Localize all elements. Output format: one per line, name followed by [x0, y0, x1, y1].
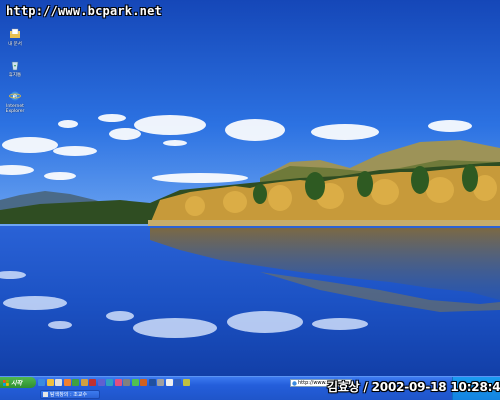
app-quicklaunch-icon[interactable] [174, 379, 181, 386]
app-quicklaunch-icon[interactable] [123, 379, 130, 386]
task-button-label: 탐색창의 : 조교수 [50, 392, 88, 398]
desktop-icon-label: Internet Explorer [5, 104, 25, 114]
author-date-signature: 김효상 / 2002-09-18 10:28:41 [327, 380, 500, 394]
desktop-wallpaper [0, 0, 500, 376]
app-quicklaunch-icon[interactable] [157, 379, 164, 386]
messenger-quicklaunch-icon[interactable] [72, 379, 79, 386]
app-quicklaunch-icon[interactable] [165, 379, 173, 386]
media-quicklaunch-icon[interactable] [63, 379, 71, 386]
app-quicklaunch-icon[interactable] [131, 379, 139, 386]
app-quicklaunch-icon[interactable] [89, 379, 96, 386]
folder-quicklaunch-icon[interactable] [80, 379, 88, 386]
wallpaper-landscape [0, 0, 500, 376]
start-button[interactable]: 시작 [0, 377, 36, 388]
ie-quicklaunch-icon[interactable] [38, 379, 45, 386]
app-quicklaunch-icon[interactable] [106, 379, 113, 386]
app-quicklaunch-icon[interactable] [97, 379, 105, 386]
recycle-bin-icon [11, 61, 19, 71]
desktop-icon-label: 내 문서 [8, 42, 22, 47]
desktop-icon-column: 내 문서 휴지통 e Internet Explorer [0, 28, 30, 121]
taskbar-window-button[interactable]: 탐색창의 : 조교수 [40, 390, 100, 399]
app-quicklaunch-icon[interactable] [182, 379, 190, 386]
desktop-icon-internet-explorer[interactable]: e Internet Explorer [0, 90, 30, 120]
outlook-quicklaunch-icon[interactable] [46, 379, 54, 386]
desktop-icon-my-documents[interactable]: 내 문서 [0, 28, 30, 58]
desktop-icon-label: 휴지통 [8, 73, 22, 78]
app-quicklaunch-icon[interactable] [148, 379, 156, 386]
desktop-quicklaunch-icon[interactable] [55, 379, 62, 386]
windows-flag-icon [3, 379, 9, 386]
window-icon [43, 392, 48, 397]
documents-folder-icon [10, 28, 20, 38]
start-label: 시작 [11, 380, 23, 387]
internet-explorer-icon: e [9, 91, 21, 101]
watermark-url: http://www.bcpark.net [6, 4, 162, 18]
desktop-icon-recycle-bin[interactable]: 휴지통 [0, 59, 30, 89]
app-quicklaunch-icon[interactable] [140, 379, 147, 386]
svg-text:e: e [13, 92, 18, 101]
address-text: http://www. [298, 380, 327, 386]
app-quicklaunch-icon[interactable] [114, 379, 122, 386]
quick-launch-bar [38, 379, 191, 387]
ie-small-icon [292, 380, 297, 386]
